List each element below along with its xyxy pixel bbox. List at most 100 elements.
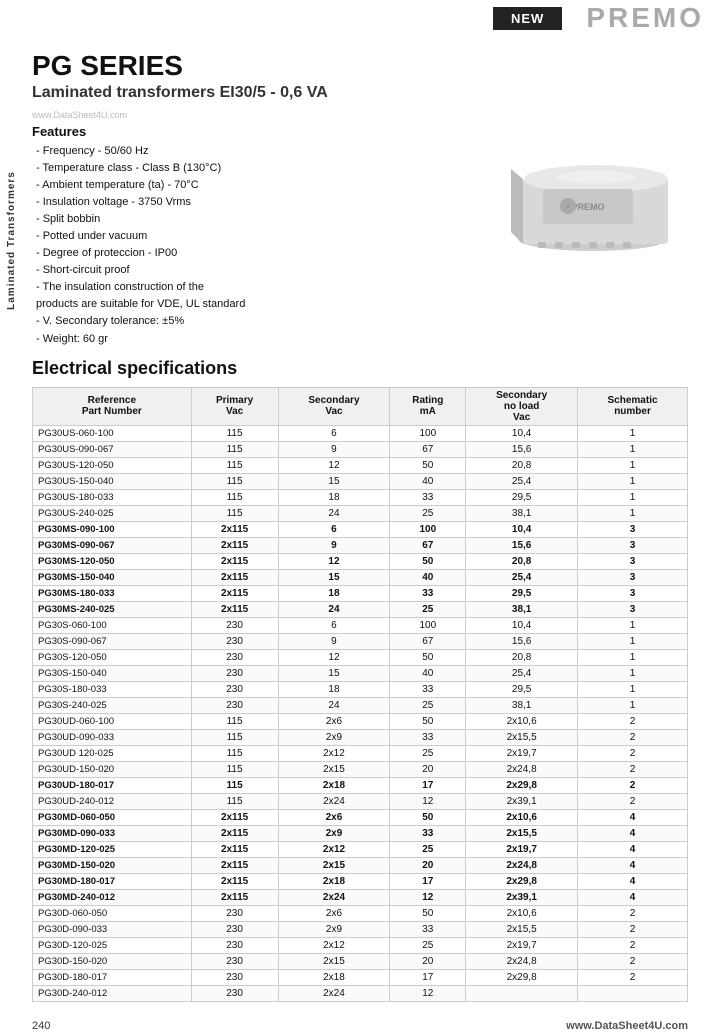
table-cell: 115 <box>191 713 278 729</box>
table-cell: 2x24 <box>278 889 390 905</box>
feature-item: - Ambient temperature (ta) - 70°C <box>32 177 488 194</box>
table-row: PG30US-240-025115242538,11 <box>33 505 688 521</box>
table-cell: 33 <box>390 921 466 937</box>
table-cell: 1 <box>578 473 688 489</box>
table-cell: 230 <box>191 697 278 713</box>
table-cell: 2x24 <box>278 985 390 1001</box>
table-cell: PG30D-090-033 <box>33 921 192 937</box>
table-cell: 1 <box>578 681 688 697</box>
table-cell: 2x39,1 <box>466 889 578 905</box>
table-cell: 4 <box>578 825 688 841</box>
table-cell: 230 <box>191 985 278 1001</box>
table-cell: 20 <box>390 857 466 873</box>
footer-url: www.DataSheet4U.com <box>566 1020 688 1032</box>
table-row: PG30MD-120-0252x1152x12252x19,74 <box>33 841 688 857</box>
table-cell: PG30UD-060-100 <box>33 713 192 729</box>
table-cell: 12 <box>390 985 466 1001</box>
table-cell: 2x6 <box>278 905 390 921</box>
table-cell: 15,6 <box>466 441 578 457</box>
table-cell: 230 <box>191 937 278 953</box>
spec-table: ReferencePart Number PrimaryVac Secondar… <box>32 387 688 1002</box>
table-cell: PG30MS-180-033 <box>33 585 192 601</box>
page: NEW PREMO Laminated Transformers PG SERI… <box>0 0 720 1036</box>
col-header-schematic: Schematicnumber <box>578 387 688 425</box>
table-cell: 67 <box>390 441 466 457</box>
table-cell: 3 <box>578 601 688 617</box>
table-cell: 2 <box>578 777 688 793</box>
table-cell: 10,4 <box>466 617 578 633</box>
table-cell: 25 <box>390 745 466 761</box>
new-badge: NEW <box>493 7 562 30</box>
table-cell: 2 <box>578 953 688 969</box>
table-cell: 1 <box>578 665 688 681</box>
table-cell: 2x19,7 <box>466 937 578 953</box>
table-cell: 24 <box>278 697 390 713</box>
feature-item: - Short-circuit proof <box>32 262 488 279</box>
table-cell: PG30S-150-040 <box>33 665 192 681</box>
table-cell: 2x115 <box>191 553 278 569</box>
table-cell: 2x18 <box>278 777 390 793</box>
table-row: PG30D-240-0122302x2412 <box>33 985 688 1001</box>
table-cell: PG30UD 120-025 <box>33 745 192 761</box>
table-cell: 33 <box>390 729 466 745</box>
table-cell: 2x15,5 <box>466 825 578 841</box>
table-cell: PG30MS-240-025 <box>33 601 192 617</box>
table-cell: 230 <box>191 953 278 969</box>
table-cell: PG30UD-150-020 <box>33 761 192 777</box>
table-cell: PG30MD-060-050 <box>33 809 192 825</box>
table-row: PG30S-180-033230183329,51 <box>33 681 688 697</box>
table-cell: 2 <box>578 745 688 761</box>
table-row: PG30UD-090-0331152x9332x15,52 <box>33 729 688 745</box>
table-cell: 2 <box>578 793 688 809</box>
table-cell: 6 <box>278 617 390 633</box>
table-cell: 15,6 <box>466 633 578 649</box>
table-cell: 2 <box>578 713 688 729</box>
table-row: PG30D-060-0502302x6502x10,62 <box>33 905 688 921</box>
table-cell: 50 <box>390 553 466 569</box>
table-cell: 50 <box>390 905 466 921</box>
table-cell: 50 <box>390 809 466 825</box>
table-cell: 100 <box>390 425 466 441</box>
product-image-column: PREMO P <box>488 124 688 264</box>
features-section: Features - Frequency - 50/60 Hz- Tempera… <box>32 124 688 348</box>
table-cell: 230 <box>191 969 278 985</box>
table-row: PG30S-150-040230154025,41 <box>33 665 688 681</box>
table-cell: PG30US-060-100 <box>33 425 192 441</box>
table-cell: 2x10,6 <box>466 809 578 825</box>
features-title: Features <box>32 124 488 139</box>
footer: 240 www.DataSheet4U.com <box>0 1014 720 1036</box>
table-cell: 25 <box>390 505 466 521</box>
brand-logo: PREMO <box>562 0 720 36</box>
table-cell: PG30UD-090-033 <box>33 729 192 745</box>
table-cell: 38,1 <box>466 505 578 521</box>
table-cell: 15 <box>278 569 390 585</box>
table-cell: 38,1 <box>466 601 578 617</box>
table-cell: 230 <box>191 681 278 697</box>
table-cell: 25 <box>390 841 466 857</box>
col-header-primary: PrimaryVac <box>191 387 278 425</box>
table-cell: 2x9 <box>278 921 390 937</box>
table-cell <box>578 985 688 1001</box>
table-row: PG30D-120-0252302x12252x19,72 <box>33 937 688 953</box>
table-cell: 9 <box>278 633 390 649</box>
table-cell: 1 <box>578 505 688 521</box>
table-cell: 2x39,1 <box>466 793 578 809</box>
table-cell: 20,8 <box>466 457 578 473</box>
table-cell: PG30S-120-050 <box>33 649 192 665</box>
table-cell: 18 <box>278 585 390 601</box>
features-list: - Frequency - 50/60 Hz- Temperature clas… <box>32 143 488 348</box>
table-cell: 2x115 <box>191 857 278 873</box>
table-cell: PG30US-120-050 <box>33 457 192 473</box>
table-cell: 2x10,6 <box>466 905 578 921</box>
table-cell: 115 <box>191 777 278 793</box>
table-cell: 2x15 <box>278 857 390 873</box>
table-cell: 12 <box>278 553 390 569</box>
feature-item: - Degree of proteccion - IP00 <box>32 245 488 262</box>
feature-item: - Split bobbin <box>32 211 488 228</box>
feature-item: - Weight: 60 gr <box>32 331 488 348</box>
table-cell: 115 <box>191 441 278 457</box>
table-cell: 115 <box>191 489 278 505</box>
table-cell: 20,8 <box>466 649 578 665</box>
table-cell: PG30MD-180-017 <box>33 873 192 889</box>
table-cell: 2 <box>578 905 688 921</box>
